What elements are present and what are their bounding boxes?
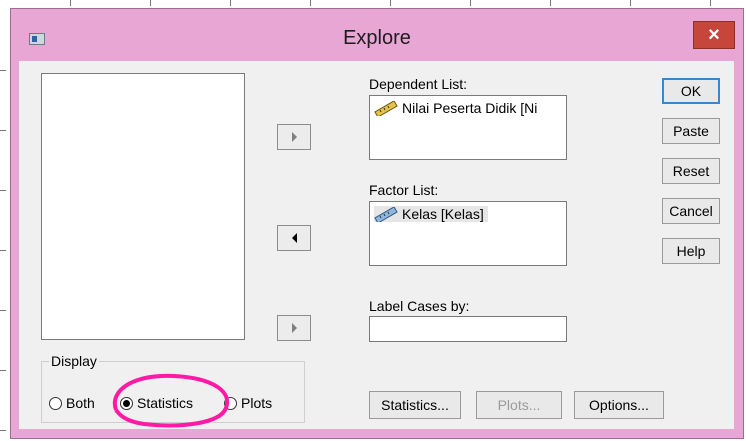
left-arrow-icon xyxy=(292,233,297,243)
top-ruler xyxy=(0,0,746,8)
statistics-button[interactable]: Statistics... xyxy=(369,391,461,419)
list-item[interactable]: Kelas [Kelas] xyxy=(374,206,488,222)
label-cases-label: Label Cases by: xyxy=(369,298,470,314)
right-arrow-icon xyxy=(292,132,297,142)
display-both-label: Both xyxy=(66,395,95,411)
highlight-circle-annotation xyxy=(112,373,230,428)
dependent-list-label: Dependent List: xyxy=(369,76,468,92)
paste-button[interactable]: Paste xyxy=(662,118,720,144)
move-to-label-cases-button[interactable] xyxy=(277,315,311,341)
factor-item-label: Kelas [Kelas] xyxy=(402,206,484,222)
factor-list-label: Factor List: xyxy=(369,182,439,198)
source-variable-list[interactable] xyxy=(41,73,245,340)
cancel-button[interactable]: Cancel xyxy=(662,198,720,224)
display-both-radio[interactable]: Both xyxy=(49,395,95,411)
list-item[interactable]: Nilai Peserta Didik [Ni xyxy=(374,100,537,116)
radio-icon xyxy=(49,396,62,410)
reset-button[interactable]: Reset xyxy=(662,158,720,184)
factor-list[interactable]: Kelas [Kelas] xyxy=(369,201,567,266)
scale-ruler-icon xyxy=(374,100,398,116)
dependent-item-label: Nilai Peserta Didik [Ni xyxy=(402,100,538,116)
display-plots-label: Plots xyxy=(241,395,273,411)
move-from-factor-button[interactable] xyxy=(277,225,311,251)
right-arrow-icon xyxy=(292,323,297,333)
ok-button[interactable]: OK xyxy=(662,78,720,104)
options-button[interactable]: Options... xyxy=(574,391,664,419)
scale-ruler-icon xyxy=(374,206,398,222)
help-button[interactable]: Help xyxy=(662,238,720,264)
title-bar[interactable]: Explore × xyxy=(11,9,743,61)
window-title: Explore xyxy=(343,27,411,49)
move-to-dependent-button[interactable] xyxy=(277,124,311,150)
left-ruler xyxy=(0,0,8,441)
label-cases-field[interactable] xyxy=(369,316,567,342)
dependent-list[interactable]: Nilai Peserta Didik [Ni xyxy=(369,95,567,160)
plots-button: Plots... xyxy=(476,391,562,419)
display-group-title: Display xyxy=(49,353,99,369)
close-button[interactable]: × xyxy=(693,21,735,49)
